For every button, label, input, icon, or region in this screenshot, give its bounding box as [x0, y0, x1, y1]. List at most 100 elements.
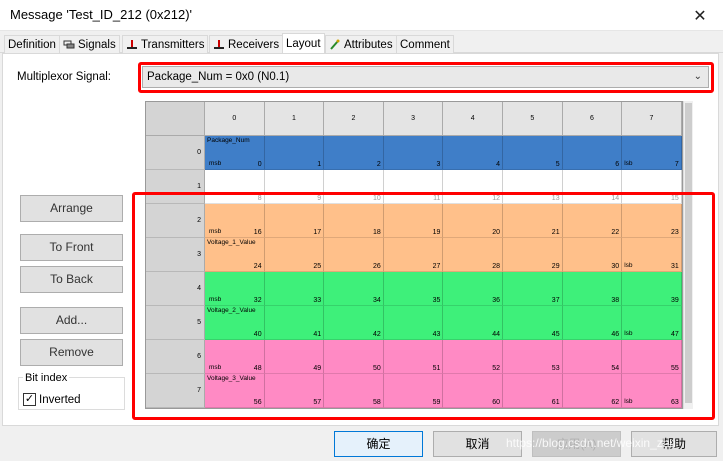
- layout-grid[interactable]: 0 1 2 3 4 5 6 7 0 0 1 2 3 4 5 6 7 Package_Num msb lsb 1 8 9 10 1…: [145, 101, 683, 409]
- bit-cell[interactable]: 55: [622, 340, 682, 374]
- bit-cell[interactable]: 39: [622, 272, 682, 306]
- bit-cell[interactable]: 50: [324, 340, 384, 374]
- bit-cell[interactable]: 53: [503, 340, 563, 374]
- signal-name: Voltage_2_Value: [207, 307, 256, 314]
- bit-number: 57: [313, 399, 322, 406]
- tab-transmitters[interactable]: Transmitters: [122, 35, 209, 53]
- lsb-marker: lsb: [624, 160, 633, 167]
- bit-number: 63: [670, 399, 679, 406]
- bit-number: 36: [492, 297, 500, 304]
- bit-cell[interactable]: 19: [383, 204, 444, 238]
- row-header: 4: [146, 272, 205, 306]
- window-title: Message 'Test_ID_212 (0x212)': [10, 7, 193, 22]
- bit-number: 1: [317, 161, 322, 168]
- bit-number: 29: [551, 263, 560, 270]
- bit-cell[interactable]: 61: [503, 374, 563, 408]
- bit-number: 25: [313, 263, 322, 270]
- bit-cell[interactable]: 34: [324, 272, 384, 306]
- row-header: 5: [146, 306, 205, 340]
- close-button[interactable]: ✕: [677, 0, 723, 31]
- bit-number: 50: [372, 365, 381, 372]
- bit-cell[interactable]: 49: [264, 340, 325, 374]
- tab-signals[interactable]: Signals: [59, 35, 120, 53]
- bit-cell[interactable]: 18: [324, 204, 384, 238]
- bit-number: 59: [432, 399, 441, 406]
- bit-cell[interactable]: 14: [562, 170, 623, 204]
- bit-cell[interactable]: 45: [503, 306, 563, 340]
- bit-cell[interactable]: 46: [562, 306, 623, 340]
- bit-cell[interactable]: 23: [622, 204, 682, 238]
- bit-number: 14: [611, 195, 620, 202]
- bit-cell[interactable]: 44: [443, 306, 503, 340]
- bit-number: 56: [253, 399, 262, 406]
- tab-comment[interactable]: Comment: [396, 35, 454, 53]
- bit-cell[interactable]: 36: [443, 272, 503, 306]
- bit-number: 52: [492, 365, 500, 372]
- bit-cell[interactable]: 10: [324, 170, 384, 204]
- bit-number: 27: [432, 263, 441, 270]
- ok-button[interactable]: 确定: [334, 431, 423, 457]
- bit-number: 62: [611, 399, 620, 406]
- watermark: https://blog.csdn.net/weixin_zhu: [506, 436, 677, 450]
- scrollbar-thumb[interactable]: [685, 103, 692, 403]
- tab-layout[interactable]: Layout: [282, 33, 325, 54]
- bit-cell[interactable]: 51: [383, 340, 444, 374]
- bit-number: 24: [253, 263, 262, 270]
- bit-cell[interactable]: 15: [622, 170, 682, 204]
- tab-attributes[interactable]: Attributes: [325, 35, 397, 53]
- bit-cell[interactable]: 21: [503, 204, 563, 238]
- tab-definition[interactable]: Definition: [4, 35, 60, 53]
- bit-number: 16: [253, 229, 262, 236]
- remove-button[interactable]: Remove: [20, 339, 123, 366]
- bit-cell[interactable]: 35: [383, 272, 444, 306]
- bit-cell[interactable]: 54: [562, 340, 623, 374]
- bit-cell[interactable]: 12: [443, 170, 503, 204]
- bit-number: 13: [551, 195, 560, 202]
- bit-cell[interactable]: 38: [562, 272, 623, 306]
- bit-number: 20: [492, 229, 500, 236]
- bit-cell[interactable]: 29: [503, 238, 563, 272]
- close-icon: ✕: [693, 7, 707, 25]
- bit-number: 17: [313, 229, 322, 236]
- row-header: 0: [146, 136, 205, 170]
- tab-receivers[interactable]: Receivers: [209, 35, 284, 53]
- bit-number: 22: [611, 229, 620, 236]
- bit-cell[interactable]: 60: [443, 374, 503, 408]
- bit-cell[interactable]: 11: [383, 170, 444, 204]
- multiplexor-select[interactable]: Package_Num = 0x0 (N0.1) ⌄: [142, 66, 709, 88]
- bit-cell[interactable]: 33: [264, 272, 325, 306]
- inverted-option[interactable]: ✓ Inverted: [23, 393, 81, 406]
- column-header: 0: [205, 102, 265, 136]
- transmitter-icon: [127, 40, 137, 49]
- bit-cell[interactable]: 28: [443, 238, 503, 272]
- to-back-button[interactable]: To Back: [20, 266, 123, 293]
- bit-cell[interactable]: 13: [503, 170, 563, 204]
- bit-cell[interactable]: 6: [562, 136, 623, 170]
- bit-cell[interactable]: 8: [205, 170, 265, 204]
- bit-cell[interactable]: 4: [443, 136, 503, 170]
- bit-number: 30: [611, 263, 620, 270]
- msb-marker: msb: [209, 228, 222, 235]
- bit-cell[interactable]: 9: [264, 170, 325, 204]
- bit-cell[interactable]: 17: [264, 204, 325, 238]
- bit-cell[interactable]: 62: [562, 374, 623, 408]
- bit-number: 49: [313, 365, 322, 372]
- bit-cell[interactable]: 5: [503, 136, 563, 170]
- msb-marker: msb: [209, 296, 222, 303]
- add-button[interactable]: Add...: [20, 307, 123, 334]
- bit-index-legend: Bit index: [23, 372, 70, 384]
- bit-cell[interactable]: 22: [562, 204, 623, 238]
- bit-number: 18: [372, 229, 381, 236]
- column-header: 7: [622, 102, 682, 136]
- arrange-button[interactable]: Arrange: [20, 195, 123, 222]
- grid-scrollbar[interactable]: [683, 101, 693, 409]
- msb-marker: msb: [209, 364, 222, 371]
- bit-cell[interactable]: 52: [443, 340, 503, 374]
- bit-number: 31: [670, 263, 679, 270]
- bit-cell[interactable]: 30: [562, 238, 623, 272]
- to-front-button[interactable]: To Front: [20, 234, 123, 261]
- inverted-checkbox[interactable]: ✓: [23, 393, 36, 406]
- bit-number: 37: [551, 297, 560, 304]
- bit-cell[interactable]: 20: [443, 204, 503, 238]
- bit-cell[interactable]: 37: [503, 272, 563, 306]
